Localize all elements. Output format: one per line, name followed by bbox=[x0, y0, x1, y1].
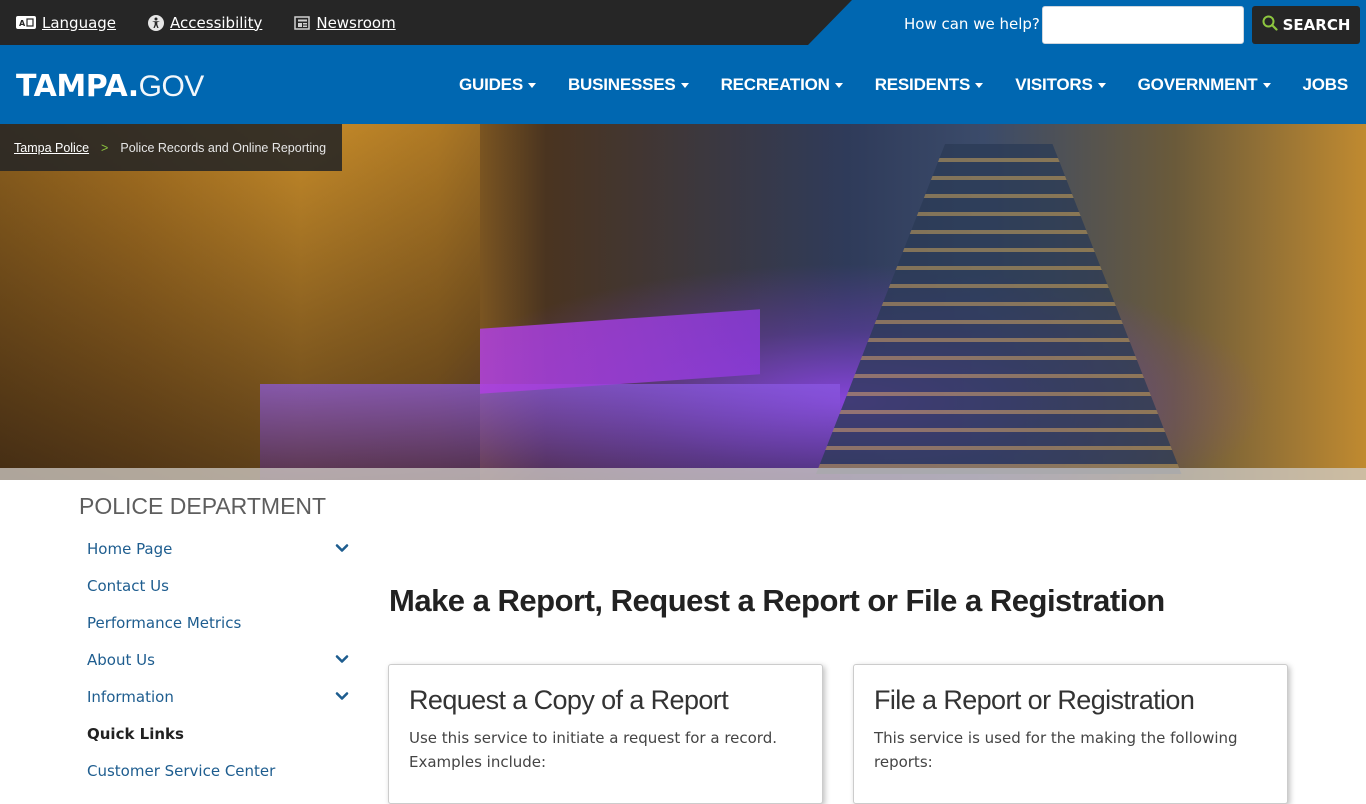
breadcrumb: Tampa Police > Police Records and Online… bbox=[0, 124, 343, 171]
card-text: This service is used for the making the … bbox=[874, 729, 1238, 771]
search-button-label: SEARCH bbox=[1282, 16, 1351, 34]
nav-label: RECREATION bbox=[720, 74, 830, 94]
card-text: Use this service to initiate a request f… bbox=[409, 729, 777, 771]
utility-links: A Language Accessibility Newsroom bbox=[16, 0, 396, 45]
nav-item-residents[interactable]: RESIDENTS bbox=[875, 75, 984, 95]
search-icon bbox=[1262, 15, 1278, 35]
nav-item-businesses[interactable]: BUSINESSES bbox=[568, 75, 689, 95]
caret-down-icon bbox=[975, 82, 984, 88]
newsroom-icon bbox=[294, 15, 311, 30]
utility-bar: A Language Accessibility Newsroom How ca… bbox=[0, 0, 1366, 45]
language-icon: A bbox=[16, 16, 36, 29]
sidebar-item-contact-us[interactable]: Contact Us bbox=[79, 567, 359, 604]
search-button[interactable]: SEARCH bbox=[1252, 6, 1360, 44]
nav-item-jobs[interactable]: JOBS bbox=[1303, 75, 1349, 95]
sidebar-item-about-us[interactable]: About Us bbox=[79, 641, 359, 678]
sidebar-item-label: Contact Us bbox=[87, 576, 169, 595]
breadcrumb-link-tampa-police[interactable]: Tampa Police bbox=[14, 141, 89, 155]
sidebar-heading-quick-links: Quick Links bbox=[79, 715, 359, 752]
sidebar-item-label: Home Page bbox=[87, 539, 173, 558]
search-zone-slant bbox=[808, 0, 852, 45]
nav-item-visitors[interactable]: VISITORS bbox=[1015, 74, 1106, 95]
sidebar-item-label: Performance Metrics bbox=[87, 613, 242, 632]
caret-down-icon bbox=[834, 82, 843, 88]
nav-item-recreation[interactable]: RECREATION bbox=[721, 75, 843, 95]
sidebar-item-performance-metrics[interactable]: Performance Metrics bbox=[79, 604, 359, 641]
chevron-down-icon[interactable] bbox=[335, 652, 349, 666]
caret-down-icon bbox=[527, 82, 536, 88]
card-title: Request a Copy of a Report bbox=[409, 685, 729, 715]
sidebar-item-information[interactable]: Information bbox=[79, 678, 359, 715]
caret-down-icon bbox=[1097, 82, 1106, 88]
newsroom-link[interactable]: Newsroom bbox=[294, 13, 396, 32]
main-nav: TAMPA.GOV GUIDES BUSINESSES RECREATION R… bbox=[0, 45, 1366, 124]
nav-label: RESIDENTS bbox=[874, 74, 971, 94]
card-file-report-or-registration[interactable]: File a Report or Registration This servi… bbox=[853, 664, 1288, 804]
page-title: Make a Report, Request a Report or File … bbox=[389, 583, 1165, 618]
sidebar-title: POLICE DEPARTMENT bbox=[79, 493, 327, 519]
breadcrumb-separator: > bbox=[101, 140, 109, 155]
nav-label: BUSINESSES bbox=[567, 74, 676, 94]
hero-image-bar-counter bbox=[480, 309, 760, 394]
breadcrumb-current: Police Records and Online Reporting bbox=[120, 140, 327, 155]
svg-text:A: A bbox=[19, 19, 26, 28]
search-label: How can we help? bbox=[904, 15, 1040, 33]
caret-down-icon bbox=[1262, 82, 1271, 88]
sidebar-item-label: Information bbox=[87, 687, 174, 706]
logo-light-text: GOV bbox=[138, 70, 205, 103]
chevron-down-icon[interactable] bbox=[335, 541, 349, 555]
card-title: File a Report or Registration bbox=[874, 685, 1195, 715]
caret-down-icon bbox=[680, 82, 689, 88]
nav-item-government[interactable]: GOVERNMENT bbox=[1138, 75, 1271, 95]
nav-label: GOVERNMENT bbox=[1137, 74, 1258, 94]
hero-image-staircase bbox=[816, 144, 1182, 474]
search-input[interactable] bbox=[1042, 6, 1244, 44]
accessibility-icon bbox=[148, 14, 165, 31]
hero-bottom-fade bbox=[0, 468, 1366, 480]
sidebar-item-label: Customer Service Center bbox=[87, 761, 276, 780]
nav-label: JOBS bbox=[1302, 74, 1349, 94]
hero-image-floor bbox=[260, 384, 840, 480]
nav-item-guides[interactable]: GUIDES bbox=[459, 75, 536, 95]
accessibility-link[interactable]: Accessibility bbox=[148, 14, 262, 32]
hero-banner: Tampa Police > Police Records and Online… bbox=[0, 124, 1366, 480]
chevron-down-icon[interactable] bbox=[335, 689, 349, 703]
sidebar-item-customer-service-center[interactable]: Customer Service Center bbox=[79, 752, 359, 789]
nav-label: VISITORS bbox=[1015, 74, 1093, 94]
nav-label: GUIDES bbox=[458, 74, 523, 94]
site-logo[interactable]: TAMPA.GOV bbox=[16, 69, 204, 104]
language-link[interactable]: A Language bbox=[16, 14, 116, 32]
search-zone: How can we help? SEARCH bbox=[808, 0, 1366, 45]
logo-bold-text: TAMPA. bbox=[16, 69, 139, 104]
sidebar-heading-label: Quick Links bbox=[87, 724, 184, 743]
accessibility-label: Accessibility bbox=[170, 13, 263, 32]
sidebar: POLICE DEPARTMENT Home Page Contact Us P… bbox=[79, 493, 359, 789]
nav-items: GUIDES BUSINESSES RECREATION RESIDENTS V… bbox=[459, 45, 1348, 124]
newsroom-label: Newsroom bbox=[316, 13, 396, 32]
sidebar-item-home-page[interactable]: Home Page bbox=[79, 530, 359, 567]
card-request-copy-of-report[interactable]: Request a Copy of a Report Use this serv… bbox=[388, 664, 823, 804]
sidebar-item-label: About Us bbox=[87, 650, 155, 669]
language-label: Language bbox=[42, 13, 117, 32]
